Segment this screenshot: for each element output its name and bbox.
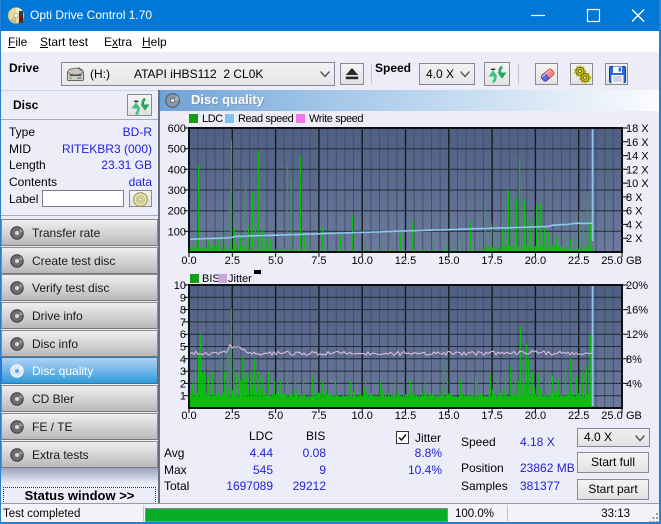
svg-text:300: 300	[168, 185, 186, 197]
svg-text:2.5: 2.5	[225, 255, 240, 267]
svg-text:GB: GB	[626, 410, 642, 422]
svg-text:8 X: 8 X	[626, 192, 643, 204]
svg-text:2 X: 2 X	[626, 233, 643, 245]
svg-text:1: 1	[180, 391, 186, 403]
svg-text:12%: 12%	[626, 329, 648, 341]
svg-text:7: 7	[180, 317, 186, 329]
svg-text:25.0: 25.0	[601, 255, 622, 267]
svg-text:7.5: 7.5	[311, 255, 326, 267]
svg-text:9: 9	[180, 292, 186, 304]
svg-text:10.0: 10.0	[351, 410, 372, 422]
svg-text:8: 8	[180, 305, 186, 317]
svg-text:15.0: 15.0	[438, 255, 459, 267]
svg-text:15.0: 15.0	[438, 410, 459, 422]
svg-text:22.5: 22.5	[568, 410, 589, 422]
svg-text:12.5: 12.5	[395, 255, 416, 267]
svg-text:16 X: 16 X	[626, 137, 649, 149]
svg-text:20%: 20%	[626, 280, 648, 292]
svg-text:3: 3	[180, 366, 186, 378]
svg-text:5.0: 5.0	[268, 255, 283, 267]
svg-text:200: 200	[168, 206, 186, 218]
svg-text:GB: GB	[626, 255, 642, 267]
svg-text:500: 500	[168, 144, 186, 156]
svg-text:8%: 8%	[626, 354, 642, 366]
svg-text:6: 6	[180, 329, 186, 341]
svg-text:6 X: 6 X	[626, 206, 643, 218]
svg-text:20.0: 20.0	[525, 255, 546, 267]
svg-text:600: 600	[168, 123, 186, 135]
svg-text:12.5: 12.5	[395, 410, 416, 422]
svg-text:2: 2	[180, 378, 186, 390]
svg-text:12 X: 12 X	[626, 164, 649, 176]
svg-text:10: 10	[174, 280, 186, 292]
svg-text:100: 100	[168, 226, 186, 238]
svg-text:18 X: 18 X	[626, 123, 649, 135]
svg-text:4: 4	[180, 354, 186, 366]
svg-text:5.0: 5.0	[268, 410, 283, 422]
svg-text:5: 5	[180, 342, 186, 354]
svg-text:20.0: 20.0	[525, 410, 546, 422]
svg-text:16%: 16%	[626, 305, 648, 317]
svg-text:17.5: 17.5	[481, 410, 502, 422]
svg-text:4%: 4%	[626, 378, 642, 390]
svg-text:10.0: 10.0	[351, 255, 372, 267]
svg-text:17.5: 17.5	[481, 255, 502, 267]
svg-text:7.5: 7.5	[311, 410, 326, 422]
svg-text:0.0: 0.0	[181, 255, 196, 267]
svg-text:14 X: 14 X	[626, 151, 649, 163]
svg-text:10 X: 10 X	[626, 178, 649, 190]
svg-text:4 X: 4 X	[626, 219, 643, 231]
svg-text:400: 400	[168, 164, 186, 176]
svg-text:2.5: 2.5	[225, 410, 240, 422]
svg-text:25.0: 25.0	[601, 410, 622, 422]
svg-text:22.5: 22.5	[568, 255, 589, 267]
svg-text:0.0: 0.0	[181, 410, 196, 422]
